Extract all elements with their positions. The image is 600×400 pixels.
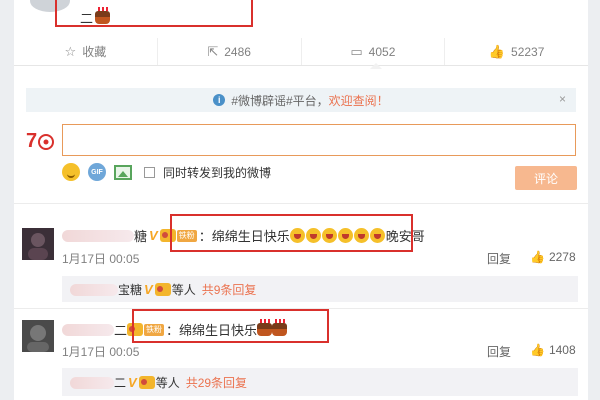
comment-icon: ▭ [350, 43, 363, 59]
post-action-bar: ☆ 收藏 ⇱ 2486 ▭ 4052 👍 52237 [14, 38, 588, 66]
sub-replies-text: 等人 [155, 376, 180, 390]
verified-v-icon: V [128, 375, 137, 390]
favorite-label: 收藏 [82, 45, 107, 59]
commenter-avatar[interactable] [22, 228, 54, 260]
reply-button[interactable]: 回复 [487, 343, 511, 360]
notice-text: #微博辟谣#平台， [231, 93, 329, 108]
commenter-avatar[interactable] [22, 320, 54, 352]
like-button[interactable]: 👍 52237 [445, 38, 588, 65]
svg-text:7: 7 [26, 130, 37, 152]
comment-like-count: 1408 [548, 343, 576, 357]
repost-checkbox-label: 同时转发到我的微博 [163, 165, 272, 180]
right-margin [588, 0, 600, 400]
sub-replier-name[interactable]: 宝糖 [118, 281, 142, 298]
submit-comment-button[interactable]: 评论 [515, 166, 577, 190]
gif-icon[interactable]: GIF [88, 163, 106, 181]
sub-replier-name-blurred[interactable] [70, 376, 114, 389]
repost-button[interactable]: ⇱ 2486 [158, 38, 302, 65]
repost-checkbox[interactable] [144, 166, 155, 178]
highlight-box [132, 309, 329, 343]
sub-replies-text: 等人 [171, 283, 196, 297]
commenter-name[interactable]: 二 [114, 320, 127, 339]
sub-replies-count[interactable]: 共29条回复 [186, 374, 247, 391]
weibo-page: 二 ☆ 收藏 ⇱ 2486 ▭ 4052 👍 52237 i #微博辟谣#平台，… [0, 0, 600, 400]
repost-count: 2486 [224, 44, 251, 59]
sub-replies-count[interactable]: 共9条回复 [202, 281, 257, 298]
composer-tools: GIF 同时转发到我的微博 [62, 163, 271, 181]
comment-time: 1月17日 00:05 [62, 345, 140, 359]
commenter-name[interactable]: 糖 [134, 226, 147, 245]
repost-icon: ⇱ [207, 43, 219, 59]
comment-like-button[interactable]: 👍 2278 [530, 250, 576, 264]
close-icon[interactable]: × [559, 92, 566, 106]
comment-input[interactable] [62, 124, 576, 156]
commenter-name-blurred[interactable] [62, 323, 114, 336]
notice-bar: i #微博辟谣#平台， 欢迎查阅！ × [26, 88, 576, 112]
like-count: 52237 [511, 44, 545, 59]
divider [14, 203, 588, 204]
active-tab-caret [370, 63, 382, 69]
like-icon: 👍 [488, 43, 506, 59]
sub-replier-name[interactable]: 二 [114, 374, 126, 391]
info-icon: i [213, 94, 226, 106]
favorite-button[interactable]: ☆ 收藏 [14, 38, 158, 65]
reply-button[interactable]: 回复 [487, 250, 511, 267]
sub-replier-name-blurred[interactable] [70, 283, 118, 296]
commenter-name-blurred[interactable] [62, 229, 134, 242]
fan-badge-icon [138, 376, 155, 389]
sub-replies-summary[interactable]: 宝糖 V 等人 共9条回复 [70, 281, 256, 298]
emoji-icon[interactable] [62, 163, 80, 181]
comment-like-count: 2278 [548, 250, 576, 264]
fan-badge-icon [154, 283, 171, 296]
like-icon: 👍 [530, 343, 545, 357]
comment-count: 4052 [368, 44, 396, 59]
notice-link[interactable]: 欢迎查阅！ [329, 92, 389, 109]
image-icon[interactable] [114, 164, 132, 180]
star-icon: ☆ [64, 43, 77, 59]
verified-v-icon: V [149, 228, 158, 243]
comment-like-button[interactable]: 👍 1408 [530, 343, 576, 357]
like-icon: 👍 [530, 250, 545, 264]
comment-button[interactable]: ▭ 4052 [302, 38, 446, 65]
weibo-logo-icon: 7 [25, 126, 57, 154]
highlight-box [55, 0, 253, 27]
comment-time: 1月17日 00:05 [62, 252, 140, 266]
left-margin [0, 0, 14, 400]
verified-v-icon: V [144, 282, 153, 297]
highlight-box [170, 214, 413, 252]
sub-replies-summary[interactable]: 二 V 等人 共29条回复 [70, 374, 247, 391]
